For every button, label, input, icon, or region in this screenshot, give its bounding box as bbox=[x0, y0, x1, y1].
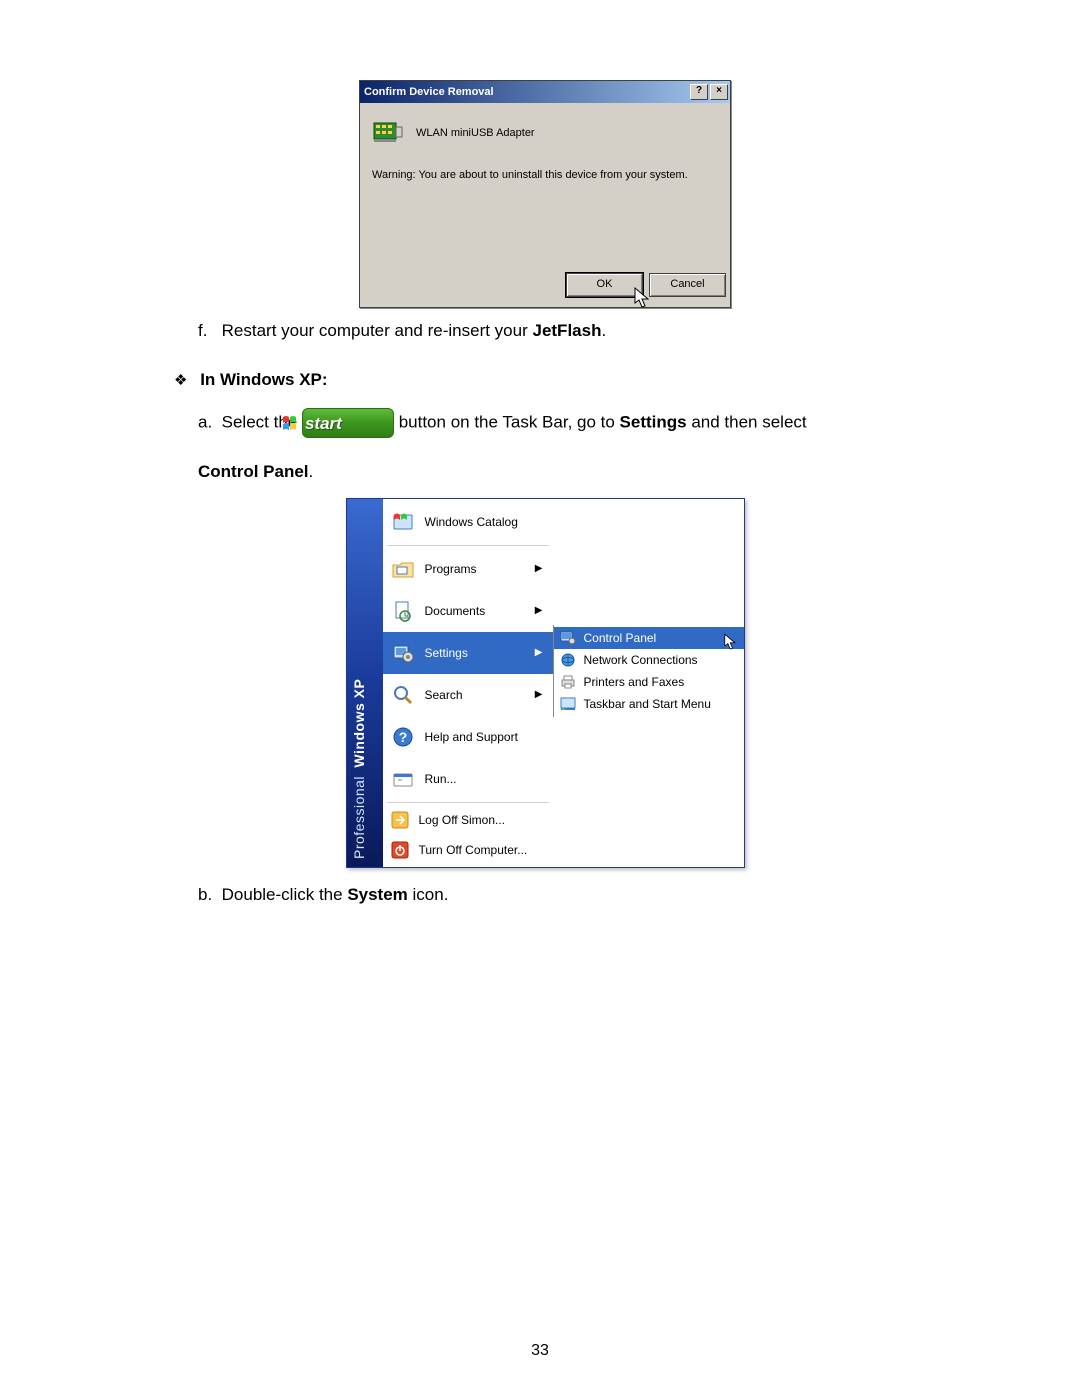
menu-label: Log Off Simon... bbox=[419, 813, 543, 827]
dialog-screenshot: Confirm Device Removal ? × bbox=[160, 80, 930, 308]
section-heading: ❖ In Windows XP: bbox=[174, 370, 930, 390]
documents-icon bbox=[391, 599, 415, 623]
sidebar-text-winxp: Windows XP bbox=[351, 678, 367, 767]
menu-label: Search bbox=[425, 688, 525, 702]
cancel-button[interactable]: Cancel bbox=[649, 273, 726, 297]
cursor-icon bbox=[634, 287, 652, 312]
submenu-item-network[interactable]: Network Connections bbox=[554, 649, 744, 671]
menu-label: Help and Support bbox=[425, 730, 543, 744]
menu-item-search[interactable]: Search ▶ bbox=[383, 674, 553, 716]
run-icon bbox=[391, 767, 415, 791]
text: button on the Task Bar, go to bbox=[399, 412, 620, 431]
menu-item-windows-catalog[interactable]: Windows Catalog bbox=[383, 501, 553, 543]
svg-text:?: ? bbox=[398, 729, 407, 745]
windows-logo-icon bbox=[307, 414, 327, 434]
programs-icon bbox=[391, 557, 415, 581]
text: icon. bbox=[408, 885, 449, 904]
ok-button[interactable]: OK bbox=[566, 273, 643, 297]
arrow-right-icon: ▶ bbox=[535, 605, 543, 616]
help-icon: ? bbox=[391, 725, 415, 749]
menu-label: Programs bbox=[425, 562, 525, 576]
start-menu-sidebar: Professional Windows XP bbox=[347, 499, 383, 867]
menu-label: Turn Off Computer... bbox=[419, 843, 543, 857]
submenu-item-printers[interactable]: Printers and Faxes bbox=[554, 671, 744, 693]
arrow-right-icon: ▶ bbox=[535, 647, 543, 658]
page-number: 33 bbox=[0, 1342, 1080, 1360]
list-marker: b. bbox=[198, 885, 212, 904]
search-icon bbox=[391, 683, 415, 707]
menu-item-turnoff[interactable]: Turn Off Computer... bbox=[383, 835, 553, 865]
menu-item-logoff[interactable]: Log Off Simon... bbox=[383, 805, 553, 835]
arrow-right-icon: ▶ bbox=[535, 563, 543, 574]
device-name: WLAN miniUSB Adapter bbox=[416, 127, 535, 139]
logoff-icon bbox=[391, 811, 409, 829]
device-icon bbox=[372, 117, 404, 149]
start-menu-main: Windows Catalog Programs ▶ Documents ▶ bbox=[383, 499, 553, 867]
submenu-item-control-panel[interactable]: Control Panel bbox=[554, 627, 744, 649]
settings-icon bbox=[391, 641, 415, 665]
text: . bbox=[309, 462, 314, 481]
submenu-label: Network Connections bbox=[584, 653, 698, 667]
step-b: b. Double-click the System icon. bbox=[198, 882, 930, 908]
step-a-line2: Control Panel. bbox=[198, 462, 930, 482]
menu-item-programs[interactable]: Programs ▶ bbox=[383, 548, 553, 590]
settings-submenu: Control Panel Network Connections Print bbox=[553, 625, 744, 717]
text: Restart your computer and re-insert your bbox=[222, 321, 533, 340]
bold-text: System bbox=[347, 885, 407, 904]
arrow-right-icon: ▶ bbox=[535, 689, 543, 700]
text: Double-click the bbox=[222, 885, 348, 904]
menu-item-documents[interactable]: Documents ▶ bbox=[383, 590, 553, 632]
separator bbox=[387, 545, 549, 546]
dialog-titlebar: Confirm Device Removal ? × bbox=[360, 81, 730, 103]
control-panel-icon bbox=[560, 630, 576, 646]
bold-text: Settings bbox=[620, 412, 687, 431]
menu-label: Windows Catalog bbox=[425, 515, 543, 529]
close-button[interactable]: × bbox=[710, 84, 728, 100]
separator bbox=[387, 802, 549, 803]
printer-icon bbox=[560, 674, 576, 690]
network-icon bbox=[560, 652, 576, 668]
step-a: a. Select the start button on the Task B… bbox=[198, 408, 930, 438]
menu-item-settings[interactable]: Settings ▶ bbox=[383, 632, 553, 674]
menu-label: Run... bbox=[425, 772, 543, 786]
dialog-warning-text: Warning: You are about to uninstall this… bbox=[372, 169, 718, 181]
section-title: In Windows XP: bbox=[200, 370, 327, 389]
submenu-label: Control Panel bbox=[584, 631, 657, 645]
taskbar-icon bbox=[560, 696, 576, 712]
menu-label: Documents bbox=[425, 604, 525, 618]
menu-label: Settings bbox=[425, 646, 525, 660]
shutdown-icon bbox=[391, 841, 409, 859]
catalog-icon bbox=[391, 510, 415, 534]
bullet-icon: ❖ bbox=[174, 372, 187, 389]
bold-text: JetFlash bbox=[532, 321, 601, 340]
dialog-title: Confirm Device Removal bbox=[364, 86, 688, 98]
menu-item-help[interactable]: ? Help and Support bbox=[383, 716, 553, 758]
submenu-label: Taskbar and Start Menu bbox=[584, 697, 711, 711]
submenu-item-taskbar[interactable]: Taskbar and Start Menu bbox=[554, 693, 744, 715]
step-f: f. Restart your computer and re-insert y… bbox=[198, 318, 930, 344]
text: and then select bbox=[687, 412, 807, 431]
start-button[interactable]: start bbox=[302, 408, 394, 438]
list-marker: a. bbox=[198, 412, 212, 431]
help-button[interactable]: ? bbox=[690, 84, 708, 100]
text: . bbox=[601, 321, 606, 340]
confirm-device-removal-dialog: Confirm Device Removal ? × bbox=[359, 80, 731, 308]
start-menu-screenshot: Professional Windows XP Windows Catalog … bbox=[160, 498, 930, 868]
sidebar-text-pro: Professional bbox=[351, 775, 367, 858]
bold-text: Control Panel bbox=[198, 462, 309, 481]
menu-item-run[interactable]: Run... bbox=[383, 758, 553, 800]
list-marker: f. bbox=[198, 321, 207, 340]
submenu-label: Printers and Faxes bbox=[584, 675, 685, 689]
